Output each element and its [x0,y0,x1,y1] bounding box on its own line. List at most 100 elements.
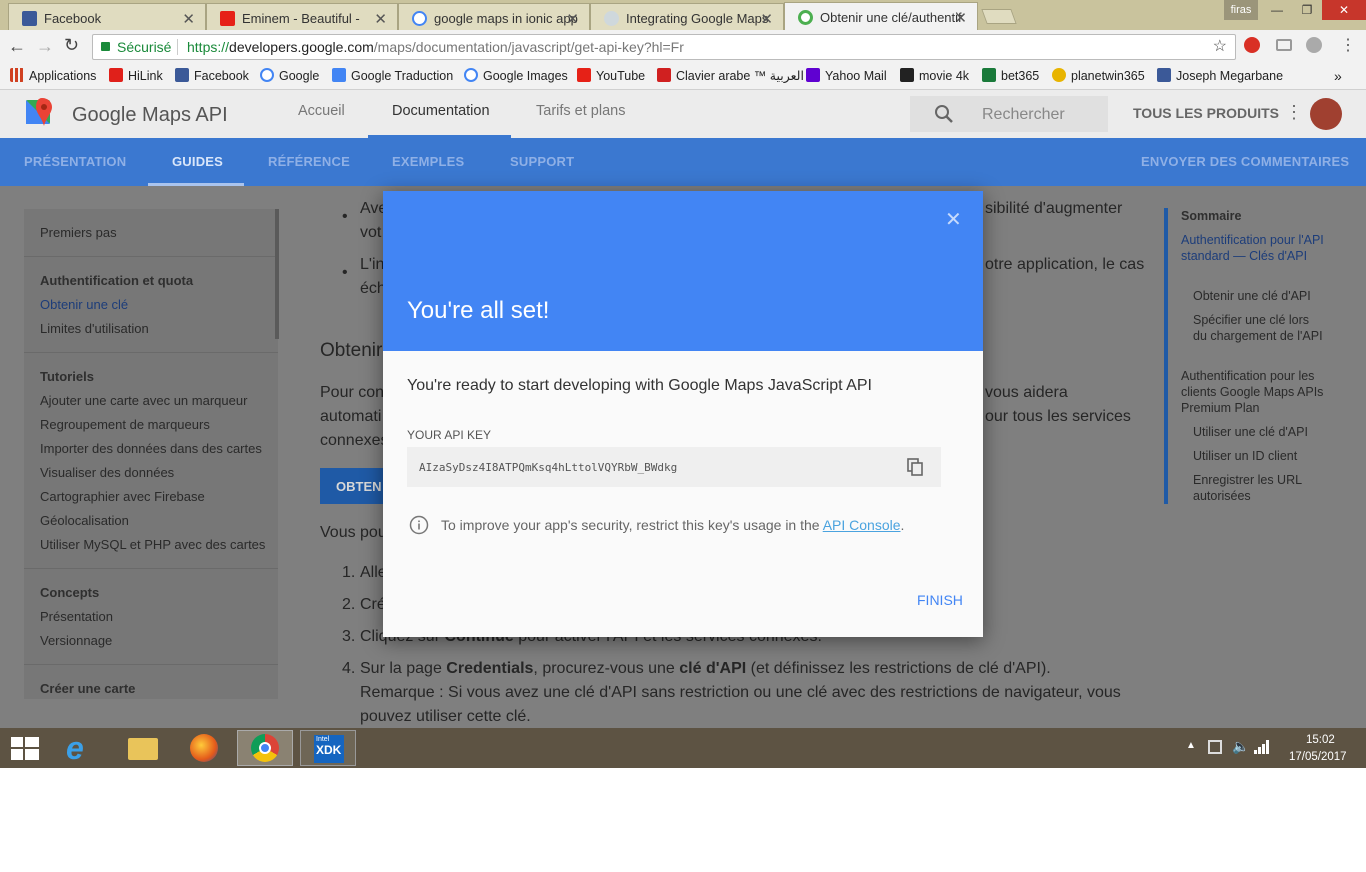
firefox-icon[interactable] [176,730,232,766]
google-icon [260,68,274,82]
close-icon[interactable]: ✕ [945,207,962,232]
lock-icon [101,42,110,51]
subnav-support[interactable]: SUPPORT [510,154,574,169]
info-icon [409,515,429,535]
dialog-title: You're all set! [407,297,550,324]
subnav-exemples[interactable]: EXEMPLES [392,154,464,169]
forward-icon[interactable]: → [36,36,54,57]
maximize-button[interactable]: ❐ [1292,0,1322,20]
toc-item[interactable]: Utiliser un ID client [1193,448,1333,464]
reload-icon[interactable]: ↻ [64,35,79,56]
network-icon[interactable] [1208,740,1222,754]
signal-icon[interactable] [1254,740,1270,754]
chrome-taskbar-icon[interactable] [237,730,293,766]
bookmark-bet365[interactable]: bet365 [982,68,1039,84]
intel-xdk-icon[interactable]: Intel XDK [300,730,356,766]
api-console-link[interactable]: API Console [823,517,901,533]
sidebar-item[interactable]: Visualiser des données [40,465,174,480]
tab-title: Facebook [44,11,102,26]
tab-google-maps-ionic[interactable]: google maps in ionic app ✕ [398,3,590,30]
close-icon[interactable]: ✕ [760,10,773,28]
nav-accueil[interactable]: Accueil [298,103,345,119]
all-products-link[interactable]: TOUS LES PRODUITS [1133,105,1279,121]
new-tab-button[interactable] [981,9,1017,24]
main-text: vot [360,224,382,241]
main-text: Remarque : Si vous avez une clé d'API sa… [360,684,1121,701]
sidebar-scrollbar[interactable] [275,209,279,339]
nav-documentation[interactable]: Documentation [392,103,490,119]
divider [24,352,278,353]
bookmarks-more[interactable]: » [1334,68,1342,84]
sub-navigation: PRÉSENTATION GUIDES RÉFÉRENCE EXEMPLES S… [0,138,1366,186]
close-icon[interactable]: ✕ [182,10,195,28]
close-icon[interactable]: ✕ [954,9,967,27]
youtube-icon [577,68,591,82]
feedback-link[interactable]: ENVOYER DES COMMENTAIRES [1141,154,1349,169]
toc-item[interactable]: Authentification pour l'API standard — C… [1181,232,1331,264]
back-icon[interactable]: ← [8,36,26,57]
sidebar-item-obtenir-cle[interactable]: Obtenir une clé [40,297,128,312]
sidebar-item[interactable]: Regroupement de marqueurs [40,417,210,432]
extension-icon[interactable] [1244,37,1260,53]
more-vert-icon[interactable]: ⋮ [1285,102,1303,123]
subnav-reference[interactable]: RÉFÉRENCE [268,154,350,169]
bookmark-facebook[interactable]: Facebook [175,68,249,84]
sidebar-item[interactable]: Présentation [40,609,113,624]
bookmark-google[interactable]: Google [260,68,319,84]
bookmark-applications[interactable]: Applications [10,68,96,84]
bookmark-google-traduction[interactable]: Google Traduction [332,68,453,84]
subnav-presentation[interactable]: PRÉSENTATION [24,154,126,169]
window-close-button[interactable]: ✕ [1322,0,1366,20]
address-bar[interactable]: Sécurisé https://developers.google.com/m… [92,34,1236,60]
sidebar-item[interactable]: Importer des données dans des cartes [40,441,262,456]
bookmark-movie4k[interactable]: movie 4k [900,68,969,84]
minimize-button[interactable]: — [1262,0,1292,20]
sidebar-item-limites[interactable]: Limites d'utilisation [40,321,149,336]
bookmark-joseph[interactable]: Joseph Megarbane [1157,68,1283,84]
subnav-guides[interactable]: GUIDES [172,154,223,169]
copy-icon[interactable] [907,458,923,476]
tab-obtenir-cle[interactable]: Obtenir une clé/authentif ✕ [784,2,978,30]
bookmark-yahoo-mail[interactable]: Yahoo Mail [806,68,887,84]
bookmark-youtube[interactable]: YouTube [577,68,645,84]
toc-item[interactable]: Utiliser une clé d'API [1193,424,1333,440]
windows-start-icon[interactable] [11,737,39,761]
toc-item[interactable]: Authentification pour les clients Google… [1181,368,1331,416]
file-explorer-icon[interactable] [114,730,170,766]
sidebar-item[interactable]: Géolocalisation [40,513,129,528]
show-hidden-icons[interactable]: ▲ [1186,740,1196,751]
bookmark-planetwin365[interactable]: planetwin365 [1052,68,1145,84]
finish-button[interactable]: FINISH [917,592,963,608]
close-icon[interactable]: ✕ [374,10,387,28]
sidebar-item[interactable]: Cartographier avec Firebase [40,489,205,504]
tab-facebook[interactable]: Facebook ✕ [8,3,206,30]
tab-eminem[interactable]: Eminem - Beautiful - ✕ [206,3,398,30]
nav-tarifs[interactable]: Tarifs et plans [536,103,625,119]
extension-icon[interactable] [1276,39,1292,51]
volume-icon[interactable]: 🔈 [1232,738,1249,755]
toc-item[interactable]: Obtenir une clé d'API [1193,288,1333,304]
internet-explorer-icon[interactable]: e [54,730,110,766]
search-box[interactable]: Rechercher [910,96,1108,132]
profile-button[interactable]: firas [1224,0,1258,20]
star-icon[interactable]: ☆ [1213,35,1227,59]
sidebar-item[interactable]: Versionnage [40,633,112,648]
avatar[interactable] [1310,98,1342,130]
clock-date[interactable]: 17/05/2017 [1289,751,1347,763]
close-icon[interactable]: ✕ [566,10,579,28]
clock-time[interactable]: 15:02 [1306,734,1335,746]
bookmark-hilink[interactable]: HiLink [109,68,163,84]
sidebar-item[interactable]: Ajouter une carte avec un marqueur [40,393,247,408]
tab-integrating[interactable]: Integrating Google Maps ✕ [590,3,784,30]
sidebar-item-premiers-pas[interactable]: Premiers pas [40,225,117,240]
bookmark-google-images[interactable]: Google Images [464,68,568,84]
bookmark-clavier-arabe[interactable]: Clavier arabe ™ العربية [657,68,804,84]
toc-item[interactable]: Enregistrer les URL autorisées [1193,472,1323,504]
extension-icon[interactable] [1306,37,1322,53]
menu-icon[interactable]: ⋮ [1340,35,1356,55]
api-key-field[interactable]: AIzaSyDsz4I8ATPQmKsq4hLttolVQYRbW_BWdkg [407,447,941,487]
main-text: Sur la page Credentials, procurez-vous u… [360,660,1051,677]
toc-item[interactable]: Spécifier une clé lors du chargement de … [1193,312,1323,344]
main-text: otre application, le cas [985,256,1145,273]
sidebar-item[interactable]: Utiliser MySQL et PHP avec des cartes [40,537,265,552]
